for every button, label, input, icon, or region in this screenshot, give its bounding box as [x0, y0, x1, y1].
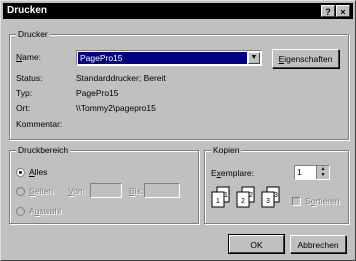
close-button[interactable]: × [336, 5, 350, 17]
copies-count-value: 1 [297, 167, 302, 177]
name-label: Name: [16, 52, 42, 62]
type-value: PagePro15 [76, 88, 119, 98]
range-to-input[interactable] [144, 183, 180, 198]
copies-spinner[interactable]: ▲ ▼ [316, 166, 329, 179]
printer-name-value: PagePro15 [78, 52, 247, 64]
cancel-button[interactable]: Abbrechen [290, 235, 346, 253]
properties-button[interactable]: Eigenschaften [272, 49, 339, 68]
status-label: Status: [16, 73, 43, 83]
range-group: Druckbereich Alles Seiten Von: Bis: Ausw… [9, 145, 199, 224]
copy-stack-1: 1 1 [211, 186, 230, 208]
stack-2-back: 2 [249, 192, 253, 199]
range-pages-radio[interactable] [16, 187, 25, 196]
range-from-label: Von: [68, 186, 86, 196]
copies-group: Kopien Exemplare: 1 ▲ ▼ 1 1 2 2 3 3 Sort… [204, 145, 349, 224]
copy-stack-2: 2 2 [236, 186, 255, 208]
stack-2-front: 2 [241, 198, 245, 205]
printer-group: Drucker Name: PagePro15 ▼ Eigenschaften … [9, 29, 349, 140]
chevron-down-icon[interactable]: ▼ [248, 52, 260, 64]
help-button[interactable]: ? [321, 5, 335, 17]
range-pages-label: Seiten [29, 186, 54, 196]
title-bar: Drucken ? × [3, 3, 353, 19]
stack-1-back: 1 [224, 192, 228, 199]
range-all-label: Alles [29, 167, 48, 177]
collate-illustration: 1 1 2 2 3 3 [211, 186, 280, 208]
collate-label: Sortieren [305, 196, 340, 206]
location-label: Ort: [16, 103, 31, 113]
range-from-input[interactable] [90, 183, 122, 198]
ok-button[interactable]: OK [228, 234, 285, 254]
copies-group-label: Kopien [211, 145, 242, 155]
range-to-label: Bis: [129, 186, 144, 196]
printer-group-label: Drucker [16, 29, 50, 39]
collate-checkbox[interactable] [292, 197, 301, 206]
copies-count-input[interactable]: 1 ▲ ▼ [294, 165, 330, 180]
print-dialog: Drucken ? × Drucker Name: PagePro15 ▼ Ei… [0, 0, 356, 261]
range-group-label: Druckbereich [16, 145, 71, 155]
status-value: Standarddrucker; Bereit [76, 73, 166, 83]
range-selection-radio[interactable] [16, 207, 25, 216]
range-all-radio[interactable] [16, 168, 25, 177]
stack-1-front: 1 [216, 198, 220, 205]
copy-stack-3: 3 3 [261, 186, 280, 208]
stack-3-front: 3 [266, 198, 270, 205]
stack-3-back: 3 [274, 192, 278, 199]
range-selection-label: Auswahl [29, 206, 62, 216]
window-title: Drucken [7, 5, 48, 16]
location-value: \\Tommy2\pagepro15 [76, 103, 156, 113]
comment-label: Kommentar: [16, 119, 63, 129]
printer-name-select[interactable]: PagePro15 ▼ [76, 50, 262, 66]
type-label: Typ: [16, 88, 33, 98]
copies-count-label: Exemplare: [211, 168, 254, 178]
